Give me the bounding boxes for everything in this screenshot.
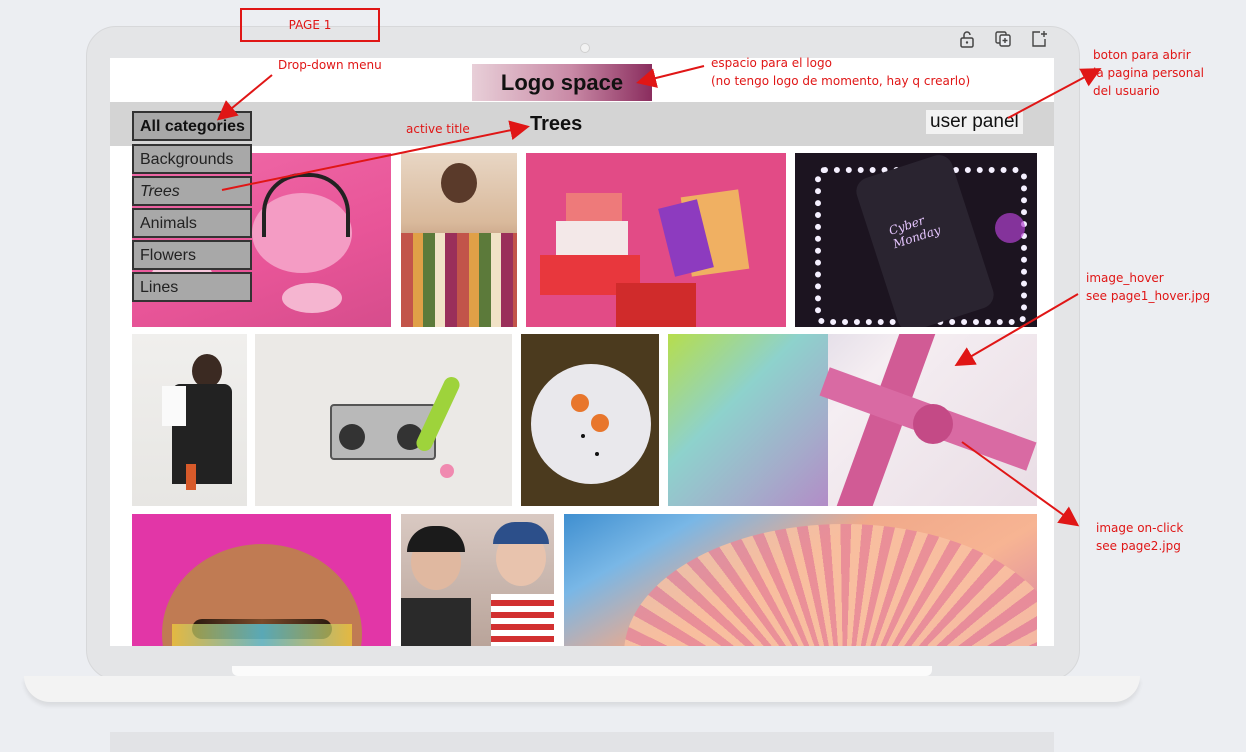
arrow-logo	[636, 65, 705, 88]
arrow-user-button	[1007, 68, 1102, 119]
arrow-active-title	[221, 120, 530, 191]
arrow-dropdown	[216, 74, 273, 121]
annotation-arrows	[216, 65, 1102, 527]
arrow-image-click	[961, 441, 1080, 527]
arrow-image-hover	[954, 293, 1079, 367]
